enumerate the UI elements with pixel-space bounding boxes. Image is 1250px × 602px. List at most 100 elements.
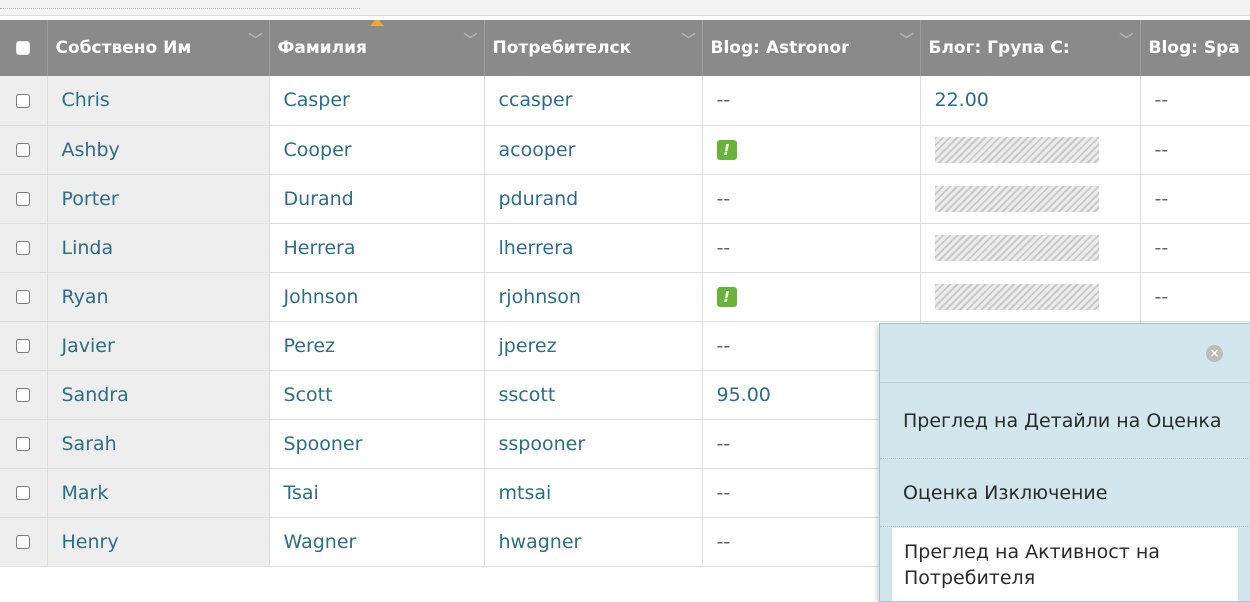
menu-item-exempt-grade[interactable]: Оценка Изключение [880,460,1250,527]
username-cell[interactable]: hwagner [484,517,703,567]
row-checkbox[interactable] [16,143,31,157]
grade-cell[interactable] [920,125,1141,175]
username-cell[interactable]: acooper [484,125,703,175]
first-name-cell[interactable]: Sandra [47,370,270,420]
username-cell[interactable]: mtsai [484,468,703,518]
column-header-blog-spa[interactable]: Blog: Spa [1140,20,1250,76]
last-name-cell[interactable]: Wagner [269,517,485,567]
last-name-cell[interactable]: Herrera [269,223,485,273]
grade-cell[interactable] [920,223,1141,273]
row-select-cell [0,419,48,469]
grade-cell[interactable]: -- [1140,76,1250,126]
menu-item-label: Оценка Изключение [903,482,1108,504]
grade-cell[interactable]: ! [702,272,921,322]
chevron-down-icon[interactable]: ﹀ [464,30,478,50]
menu-item-view-user-activity[interactable]: Преглед на Активност на Потребителя [892,528,1238,601]
username-cell[interactable]: rjohnson [484,272,703,322]
row-checkbox[interactable] [16,437,31,451]
grade-cell[interactable]: -- [702,174,921,224]
last-name-cell[interactable]: Spooner [269,419,485,469]
row-select-cell [0,125,48,175]
menu-item-view-grade-details[interactable]: Преглед на Детайли на Оценка [880,383,1250,459]
row-checkbox[interactable] [16,241,31,255]
select-all-checkbox[interactable] [16,41,31,55]
table-row: Chris Casper ccasper -- 22.00 -- [0,76,1250,126]
first-name-cell[interactable]: Henry [47,517,270,567]
last-name-cell[interactable]: Johnson [269,272,485,322]
close-icon[interactable]: × [1206,345,1223,362]
column-header-username[interactable]: Потребителск ﹀ [484,20,703,76]
last-name-cell[interactable]: Casper [269,76,485,126]
last-name-cell[interactable]: Durand [269,174,485,224]
row-select-cell [0,223,48,273]
select-all-cell [0,20,48,76]
grade-cell[interactable]: -- [1140,223,1250,273]
table-row: Linda Herrera lherrera -- -- [0,223,1250,273]
first-name-cell[interactable]: Javier [47,321,270,371]
row-checkbox[interactable] [16,339,31,353]
username-cell[interactable]: ccasper [484,76,703,126]
grade-cell[interactable] [920,272,1141,322]
username-cell[interactable]: jperez [484,321,703,371]
row-select-cell [0,272,48,322]
username-cell[interactable]: pdurand [484,174,703,224]
row-checkbox[interactable] [16,192,31,206]
column-header-blog-astronomy[interactable]: Blog: Astronor ﹀ [702,20,921,76]
row-checkbox[interactable] [16,93,31,108]
grade-cell[interactable] [920,174,1141,224]
row-checkbox[interactable] [16,535,31,549]
column-label: Потребителск [492,38,632,58]
table-row: Ryan Johnson rjohnson ! -- [0,272,1250,322]
first-name-cell[interactable]: Sarah [47,419,270,469]
menu-item-label: Преглед на Активност на Потребителя [904,540,1160,589]
first-name-cell[interactable]: Ashby [47,125,270,175]
last-name-cell[interactable]: Scott [269,370,485,420]
toolbar-edge [0,0,360,9]
row-select-cell [0,76,48,126]
username-cell[interactable]: sspooner [484,419,703,469]
grade-context-menu: × Преглед на Детайли на Оценка Оценка Из… [879,323,1250,602]
first-name-cell[interactable]: Chris [47,76,270,126]
grade-cell[interactable]: 22.00 [920,76,1141,126]
header-row: Собствено Им ﹀ Фамилия ﹀ Потребителск ﹀ Blo… [0,20,1250,76]
last-name-cell[interactable]: Cooper [269,125,485,175]
needs-grading-icon[interactable]: ! [716,287,737,307]
row-select-cell [0,370,48,420]
username-cell[interactable]: lherrera [484,223,703,273]
not-applicable-pattern [934,234,1099,261]
menu-item-label: Преглед на Детайли на Оценка [903,409,1222,432]
grade-cell[interactable]: ! [702,125,921,175]
table-row: Porter Durand pdurand -- -- [0,174,1250,224]
chevron-down-icon[interactable]: ﹀ [1120,30,1134,50]
not-applicable-pattern [934,136,1099,163]
context-menu-header: × [880,324,1250,383]
row-checkbox[interactable] [16,486,31,500]
chevron-down-icon[interactable]: ﹀ [682,30,696,50]
column-header-first-name[interactable]: Собствено Им ﹀ [47,20,270,76]
grade-cell[interactable]: -- [1140,174,1250,224]
table-row: Ashby Cooper acooper ! -- [0,125,1250,175]
last-name-cell[interactable]: Perez [269,321,485,371]
first-name-cell[interactable]: Mark [47,468,270,518]
grade-cell[interactable]: -- [1140,125,1250,175]
chevron-down-icon[interactable]: ﹀ [249,30,263,50]
first-name-cell[interactable]: Porter [47,174,270,224]
last-name-cell[interactable]: Tsai [269,468,485,518]
column-header-blog-group[interactable]: Блог: Група С: ﹀ [920,20,1141,76]
grade-cell[interactable]: -- [1140,272,1250,322]
column-header-last-name[interactable]: Фамилия ﹀ [269,20,485,76]
row-select-cell [0,517,48,567]
chevron-down-icon[interactable]: ﹀ [900,30,914,50]
column-label: Blog: Spa [1148,38,1240,58]
column-label: Собствено Им [55,38,192,58]
row-checkbox[interactable] [16,388,31,402]
row-select-cell [0,174,48,224]
first-name-cell[interactable]: Ryan [47,272,270,322]
username-cell[interactable]: sscott [484,370,703,420]
first-name-cell[interactable]: Linda [47,223,270,273]
column-label: Блог: Група С: [928,38,1070,58]
row-checkbox[interactable] [16,290,31,304]
grade-cell[interactable]: -- [702,223,921,273]
needs-grading-icon[interactable]: ! [716,140,737,160]
grade-cell[interactable]: -- [702,76,921,126]
